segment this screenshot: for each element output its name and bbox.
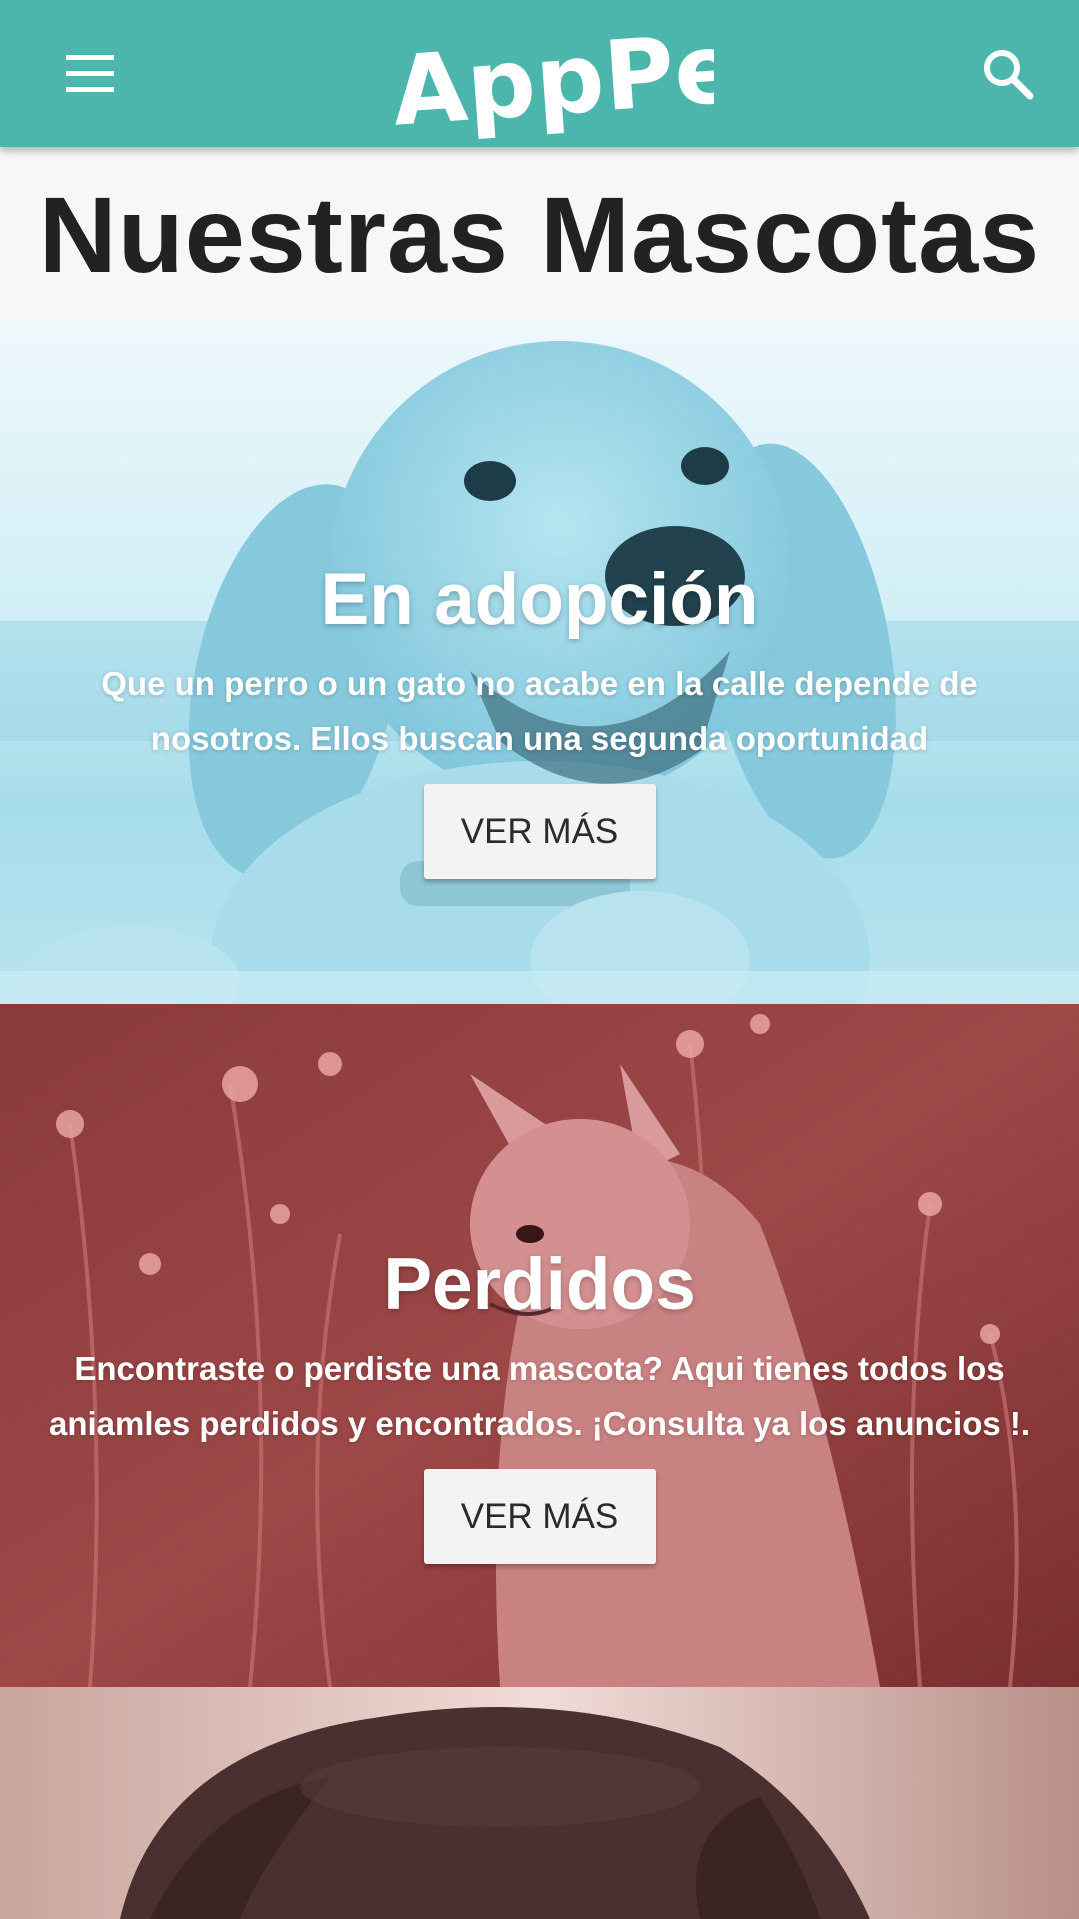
dog-head-image [0,1687,1079,1919]
lost-content: Perdidos Encontraste o perdiste una masc… [0,1243,1079,1564]
search-button[interactable] [980,46,1036,102]
search-icon [984,50,1034,100]
section-description: Encontraste o perdiste una mascota? Aqui… [48,1350,1031,1442]
section-description: Que un perro o un gato no acabe en la ca… [101,665,978,757]
adoption-ver-mas-button[interactable]: VER MÁS [423,784,656,879]
menu-icon [66,55,114,92]
app-logo[interactable]: AppPet [388,6,789,148]
adoption-section: En adopción Que un perro o un gato no ac… [0,321,1079,1004]
page-title-area: Nuestras Mascotas [0,147,1079,321]
menu-button[interactable] [62,50,118,96]
section-title: En adopción [320,559,759,640]
adoption-content: En adopción Que un perro o un gato no ac… [0,558,1079,879]
logo-text: AppPet [389,9,714,140]
page-title: Nuestras Mascotas [38,173,1041,295]
section-title: Perdidos [383,1244,696,1325]
lost-ver-mas-button[interactable]: VER MÁS [423,1469,656,1564]
third-section [0,1687,1079,1919]
app-bar: AppPet [0,0,1079,148]
lost-section: Perdidos Encontraste o perdiste una masc… [0,1004,1079,1687]
